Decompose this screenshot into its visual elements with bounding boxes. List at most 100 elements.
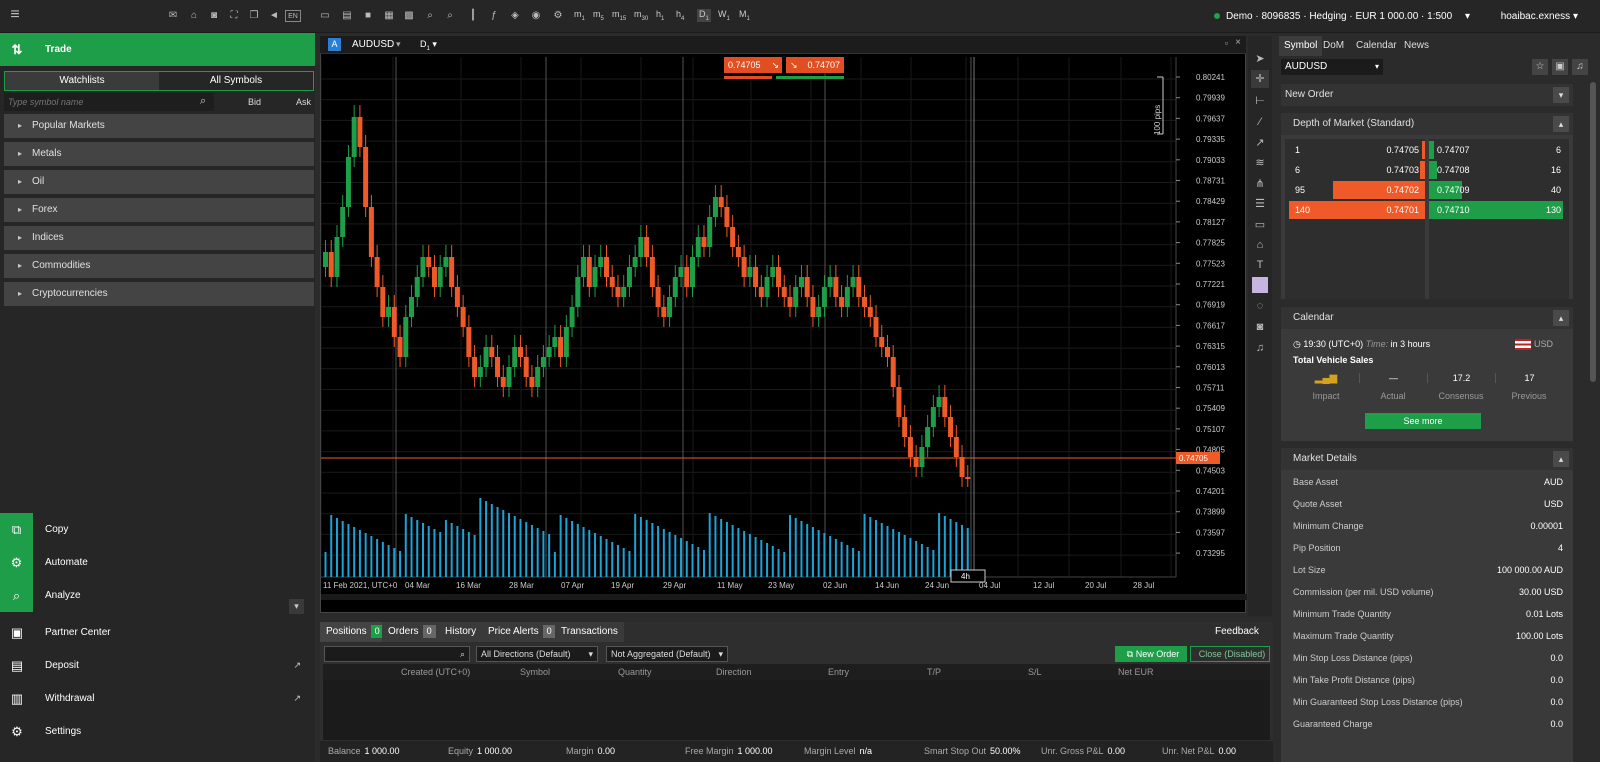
- direction-filter[interactable]: All Directions (Default) ▾: [476, 646, 598, 662]
- tab-symbol[interactable]: Symbol: [1279, 36, 1323, 56]
- chevron-up-icon[interactable]: ▴: [1553, 310, 1569, 326]
- text-icon[interactable]: T: [1251, 256, 1269, 274]
- category-cryptocurrencies[interactable]: Cryptocurrencies: [4, 282, 314, 306]
- language-button[interactable]: EN: [285, 10, 301, 22]
- nav-settings[interactable]: ⚙ Settings: [0, 715, 315, 748]
- symbol-selector[interactable]: AUDUSD ▾: [1281, 59, 1383, 75]
- dom-bid-row[interactable]: 6 0.74703: [1285, 161, 1425, 179]
- category-indices[interactable]: Indices: [4, 226, 314, 250]
- channel-icon[interactable]: ≋: [1251, 154, 1269, 172]
- fibonacci-icon[interactable]: ☰: [1251, 195, 1269, 213]
- chevron-up-icon[interactable]: ▴: [1553, 116, 1569, 132]
- single-layout-icon[interactable]: ■: [361, 9, 375, 23]
- maximize-icon[interactable]: ▫: [1225, 38, 1228, 48]
- crosshair-icon[interactable]: ✛: [1251, 70, 1269, 88]
- chart-settings-icon[interactable]: ⚙: [551, 9, 565, 23]
- shape-icon[interactable]: ⌂: [1251, 236, 1269, 254]
- tab-price-alerts[interactable]: Price Alerts 0: [482, 622, 562, 642]
- new-order-section[interactable]: New Order ▾: [1281, 84, 1573, 106]
- windows-icon[interactable]: ❐: [247, 9, 261, 23]
- candles-icon[interactable]: ┃: [466, 9, 480, 23]
- nav-automate[interactable]: ⚙ Automate: [0, 546, 315, 579]
- chart-link-icon[interactable]: ▣: [1552, 59, 1568, 75]
- rectangle-icon[interactable]: ▭: [1251, 216, 1269, 234]
- notification-icon[interactable]: ⌂: [187, 9, 201, 23]
- nav-withdrawal[interactable]: ▥ Withdrawal ↗: [0, 682, 315, 715]
- cursor-icon[interactable]: ➤: [1251, 50, 1269, 68]
- dom-bid-row[interactable]: 140 0.74701: [1285, 201, 1425, 219]
- category-metals[interactable]: Metals: [4, 142, 314, 166]
- fullscreen-icon[interactable]: ⛶: [227, 9, 241, 23]
- timeframe-m5[interactable]: m5: [593, 9, 604, 22]
- category-forex[interactable]: Forex: [4, 198, 314, 222]
- split-layout-icon[interactable]: ▦: [382, 9, 396, 23]
- dom-ask-row[interactable]: 0.74707 6: [1429, 141, 1569, 159]
- eye-icon[interactable]: ◉: [529, 9, 543, 23]
- timeframe-d1[interactable]: D1: [697, 9, 711, 22]
- tab-history[interactable]: History: [439, 622, 483, 642]
- color-picker-icon[interactable]: [1252, 277, 1268, 293]
- zoom-in-icon[interactable]: ⌕: [423, 9, 437, 23]
- ruler-icon[interactable]: ⊢: [1251, 92, 1269, 110]
- chart-symbol[interactable]: AUDUSD: [352, 39, 394, 50]
- nav-analyze[interactable]: ⌕ Analyze: [0, 579, 315, 612]
- chevron-down-icon[interactable]: ▾: [1553, 87, 1569, 103]
- sell-button[interactable]: 0.74705 ↘: [724, 57, 782, 73]
- tab-positions[interactable]: Positions 0: [320, 622, 390, 642]
- dom-bid-row[interactable]: 95 0.74702: [1285, 181, 1425, 199]
- eraser-icon[interactable]: ◌: [1251, 297, 1269, 315]
- pitchfork-icon[interactable]: ⋔: [1251, 175, 1269, 193]
- timeframe-m15[interactable]: m15: [612, 9, 626, 22]
- camera-icon[interactable]: ◙: [1251, 318, 1269, 336]
- trend-line-icon[interactable]: ⁄: [1251, 113, 1269, 131]
- dom-ask-row[interactable]: 0.74709 40: [1429, 181, 1569, 199]
- dom-bid-row[interactable]: 1 0.74705: [1285, 141, 1425, 159]
- category-popular-markets[interactable]: Popular Markets: [4, 114, 314, 138]
- chart-area[interactable]: 0.80241 0.79939 0.79637 0.79335 0.79033 0.787…: [320, 36, 1247, 614]
- category-oil[interactable]: Oil: [4, 170, 314, 194]
- tab-orders[interactable]: Orders 0: [382, 622, 442, 642]
- tab-calendar[interactable]: Calendar: [1351, 36, 1402, 56]
- feedback-button[interactable]: Feedback ✉: [1209, 622, 1273, 657]
- tab-transactions[interactable]: Transactions: [555, 622, 624, 642]
- close-icon[interactable]: ×: [1235, 37, 1241, 48]
- dom-ask-row[interactable]: 0.74710 130: [1429, 201, 1569, 219]
- see-more-button[interactable]: See more: [1365, 413, 1481, 429]
- sound-icon[interactable]: ◄: [267, 9, 281, 23]
- tab-dom[interactable]: DoM: [1318, 36, 1349, 56]
- tab-watchlists[interactable]: Watchlists: [5, 72, 159, 90]
- timeframe-m30[interactable]: m30: [634, 9, 648, 22]
- new-order-button[interactable]: ⧉ New Order: [1115, 646, 1187, 662]
- nav-copy[interactable]: ⧉ Copy: [0, 513, 315, 546]
- nav-partner-center[interactable]: ▣ Partner Center: [0, 616, 315, 649]
- grid-layout-icon[interactable]: ▩: [402, 9, 416, 23]
- layout-icon[interactable]: ▤: [340, 9, 354, 23]
- timeframe-h4[interactable]: h4: [676, 9, 684, 22]
- timeframe-w1[interactable]: W1: [718, 9, 730, 22]
- right-panel-scrollbar[interactable]: [1590, 82, 1596, 382]
- buy-button[interactable]: ↘ 0.74707: [786, 57, 844, 73]
- chart-mode-icon[interactable]: ▭: [318, 9, 332, 23]
- symbol-search-input[interactable]: [4, 93, 214, 111]
- bell-icon[interactable]: ♫: [1572, 59, 1588, 75]
- hamburger-menu-icon[interactable]: ≡: [8, 7, 22, 23]
- chevron-up-icon[interactable]: ▴: [1553, 451, 1569, 467]
- chart-timeframe[interactable]: D1 ▾: [420, 39, 437, 52]
- trade-header[interactable]: ⇅ Trade: [0, 33, 315, 66]
- aggregation-filter[interactable]: Not Aggregated (Default) ▾: [606, 646, 728, 662]
- mail-icon[interactable]: ✉: [166, 9, 180, 23]
- account-selector[interactable]: Demo · 8096835 · Hedging · EUR 1 000.00 …: [1213, 11, 1470, 22]
- category-commodities[interactable]: Commodities: [4, 254, 314, 278]
- camera-icon[interactable]: ◙: [207, 9, 221, 23]
- indicators-icon[interactable]: ƒ: [487, 9, 501, 23]
- timeframe-h1[interactable]: h1: [656, 9, 664, 22]
- layers-icon[interactable]: ◈: [508, 9, 522, 23]
- bell-icon[interactable]: ♫: [1251, 339, 1269, 357]
- collapse-chevron-icon[interactable]: ▾: [289, 599, 304, 614]
- ray-icon[interactable]: ↗: [1251, 134, 1269, 152]
- tab-news[interactable]: News: [1399, 36, 1434, 56]
- chevron-down-icon[interactable]: ▾: [396, 39, 401, 50]
- dom-ask-row[interactable]: 0.74708 16: [1429, 161, 1569, 179]
- candlestick-chart[interactable]: 0.80241 0.79939 0.79637 0.79335 0.79033 0.787…: [321, 37, 1247, 614]
- timeframe-mn1[interactable]: M1: [739, 9, 750, 22]
